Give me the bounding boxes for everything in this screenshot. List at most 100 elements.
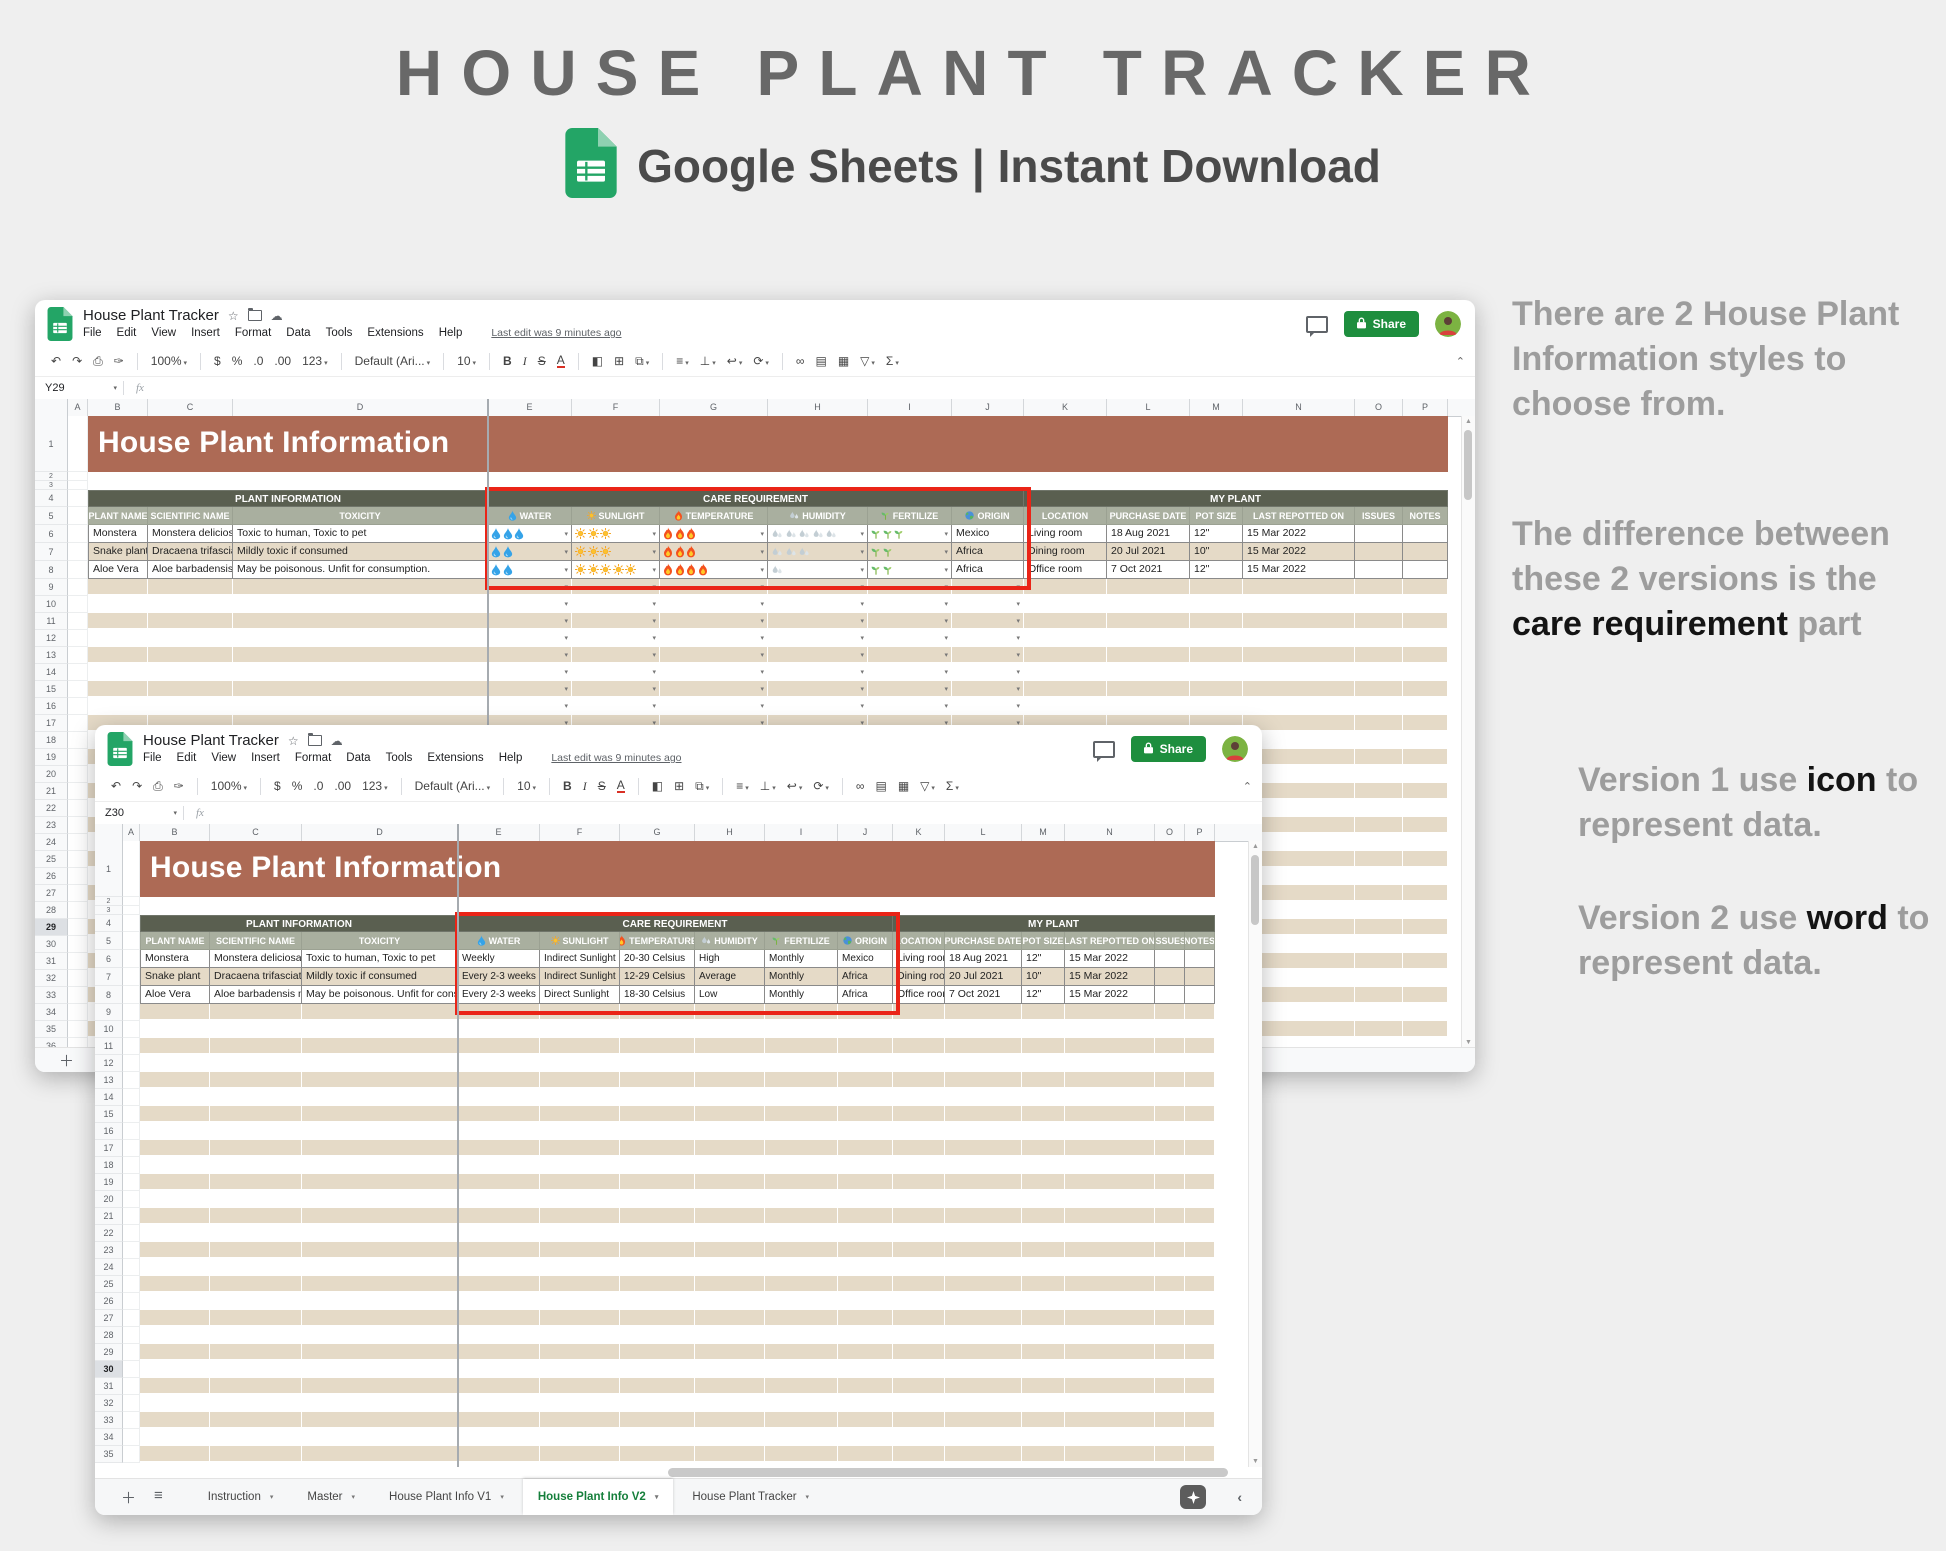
- empty-cell[interactable]: [945, 1259, 1022, 1276]
- tab-menu-icon[interactable]: ▾: [806, 1493, 810, 1501]
- row-header-29[interactable]: 29: [35, 919, 68, 936]
- empty-cell[interactable]: [1403, 749, 1448, 766]
- empty-cell[interactable]: [1022, 1395, 1065, 1412]
- strikethrough-button[interactable]: S: [538, 354, 546, 368]
- all-sheets-icon[interactable]: ≡: [154, 1487, 163, 1508]
- empty-cell[interactable]: [1185, 1327, 1215, 1344]
- empty-cell[interactable]: [1190, 698, 1243, 715]
- empty-cell[interactable]: [620, 1225, 695, 1242]
- empty-cell[interactable]: [695, 1208, 765, 1225]
- empty-cell[interactable]: [1155, 1344, 1185, 1361]
- empty-cell[interactable]: [838, 1412, 893, 1429]
- dropdown-icon[interactable]: ▾: [860, 685, 864, 693]
- empty-cell[interactable]: [1355, 885, 1403, 902]
- empty-cell[interactable]: [1024, 579, 1107, 596]
- empty-cell[interactable]: [302, 1344, 458, 1361]
- care-seedling-cell[interactable]: ▾: [868, 525, 952, 543]
- empty-cell[interactable]: [210, 1242, 302, 1259]
- empty-cell[interactable]: [1065, 1242, 1155, 1259]
- empty-cell[interactable]: [1155, 1106, 1185, 1123]
- empty-cell[interactable]: [1403, 647, 1448, 664]
- empty-cell[interactable]: [210, 1225, 302, 1242]
- empty-cell[interactable]: [540, 1004, 620, 1021]
- care-origin-cell[interactable]: Mexico: [952, 525, 1024, 543]
- empty-cell[interactable]: [210, 1191, 302, 1208]
- row-header-13[interactable]: 13: [95, 1072, 123, 1089]
- empty-cell[interactable]: [458, 1157, 540, 1174]
- empty-cell[interactable]: [838, 1004, 893, 1021]
- empty-cell[interactable]: [1065, 1191, 1155, 1208]
- empty-cell[interactable]: [458, 1021, 540, 1038]
- empty-cell[interactable]: [765, 1055, 838, 1072]
- vertical-align-icon[interactable]: ⊥▾: [700, 354, 716, 368]
- share-button[interactable]: Share: [1344, 311, 1419, 337]
- empty-cell[interactable]: [458, 1446, 540, 1463]
- empty-cell[interactable]: [140, 1208, 210, 1225]
- row-header-2[interactable]: 2: [95, 897, 123, 906]
- column-header-N[interactable]: N: [1243, 399, 1355, 416]
- vertical-scrollbar[interactable]: ▲▼: [1248, 841, 1262, 1467]
- empty-cell[interactable]: [1065, 1055, 1155, 1072]
- row-header-23[interactable]: 23: [95, 1242, 123, 1259]
- empty-cell[interactable]: [302, 1106, 458, 1123]
- empty-cell[interactable]: [233, 630, 488, 647]
- empty-cell[interactable]: [1024, 647, 1107, 664]
- plant-info-cell[interactable]: Dracaena trifasciata: [210, 968, 302, 986]
- empty-cell[interactable]: ▾: [868, 630, 952, 647]
- my-plant-cell[interactable]: [1355, 561, 1403, 579]
- dropdown-icon[interactable]: ▾: [860, 600, 864, 608]
- empty-cell[interactable]: [765, 1361, 838, 1378]
- column-header-F[interactable]: F: [540, 824, 620, 841]
- empty-cell[interactable]: [695, 1429, 765, 1446]
- dropdown-icon[interactable]: ▾: [652, 685, 656, 693]
- column-header-B[interactable]: B: [88, 399, 148, 416]
- my-plant-cell[interactable]: Living room: [893, 950, 945, 968]
- empty-cell[interactable]: [1403, 953, 1448, 970]
- empty-cell[interactable]: [140, 1106, 210, 1123]
- empty-cell[interactable]: [540, 1429, 620, 1446]
- empty-cell[interactable]: [1185, 1123, 1215, 1140]
- empty-cell[interactable]: [945, 1361, 1022, 1378]
- scrollbar-thumb[interactable]: [1464, 430, 1472, 500]
- redo-icon[interactable]: ↷: [132, 779, 142, 793]
- empty-cell[interactable]: [945, 1140, 1022, 1157]
- my-plant-cell[interactable]: [1185, 986, 1215, 1004]
- empty-cell[interactable]: [695, 1378, 765, 1395]
- functions-icon[interactable]: Σ▾: [886, 354, 899, 368]
- text-wrap-icon[interactable]: ↩▾: [787, 779, 803, 793]
- menu-item-insert[interactable]: Insert: [251, 752, 280, 764]
- care-humidity-cell[interactable]: ▾: [768, 525, 868, 543]
- dropdown-icon[interactable]: ▾: [652, 617, 656, 625]
- dropdown-icon[interactable]: ▾: [564, 668, 568, 676]
- my-plant-cell[interactable]: 15 Mar 2022: [1243, 525, 1355, 543]
- empty-cell[interactable]: [210, 1004, 302, 1021]
- empty-cell[interactable]: [140, 1276, 210, 1293]
- empty-cell[interactable]: [765, 1446, 838, 1463]
- empty-cell[interactable]: [210, 1106, 302, 1123]
- empty-cell[interactable]: [1107, 613, 1190, 630]
- empty-cell[interactable]: [148, 647, 233, 664]
- empty-cell[interactable]: [620, 1361, 695, 1378]
- dropdown-icon[interactable]: ▾: [944, 651, 948, 659]
- my-plant-cell[interactable]: [1155, 950, 1185, 968]
- empty-cell[interactable]: [1355, 766, 1403, 783]
- empty-cell[interactable]: [893, 1106, 945, 1123]
- empty-cell[interactable]: [620, 1276, 695, 1293]
- empty-cell[interactable]: [210, 1293, 302, 1310]
- row-header-15[interactable]: 15: [95, 1106, 123, 1123]
- empty-cell[interactable]: [1355, 834, 1403, 851]
- row-header-3[interactable]: 3: [95, 906, 123, 915]
- empty-cell[interactable]: [302, 1157, 458, 1174]
- empty-cell[interactable]: [1403, 834, 1448, 851]
- empty-cell[interactable]: [540, 1072, 620, 1089]
- empty-cell[interactable]: [1022, 1310, 1065, 1327]
- empty-cell[interactable]: [210, 1174, 302, 1191]
- italic-button[interactable]: I: [583, 779, 587, 794]
- empty-cell[interactable]: [140, 1259, 210, 1276]
- care-sun-cell[interactable]: ▾: [572, 543, 660, 561]
- empty-cell[interactable]: [1107, 681, 1190, 698]
- empty-cell[interactable]: [765, 1242, 838, 1259]
- empty-cell[interactable]: [945, 1429, 1022, 1446]
- empty-cell[interactable]: [838, 1157, 893, 1174]
- my-plant-cell[interactable]: [1403, 561, 1448, 579]
